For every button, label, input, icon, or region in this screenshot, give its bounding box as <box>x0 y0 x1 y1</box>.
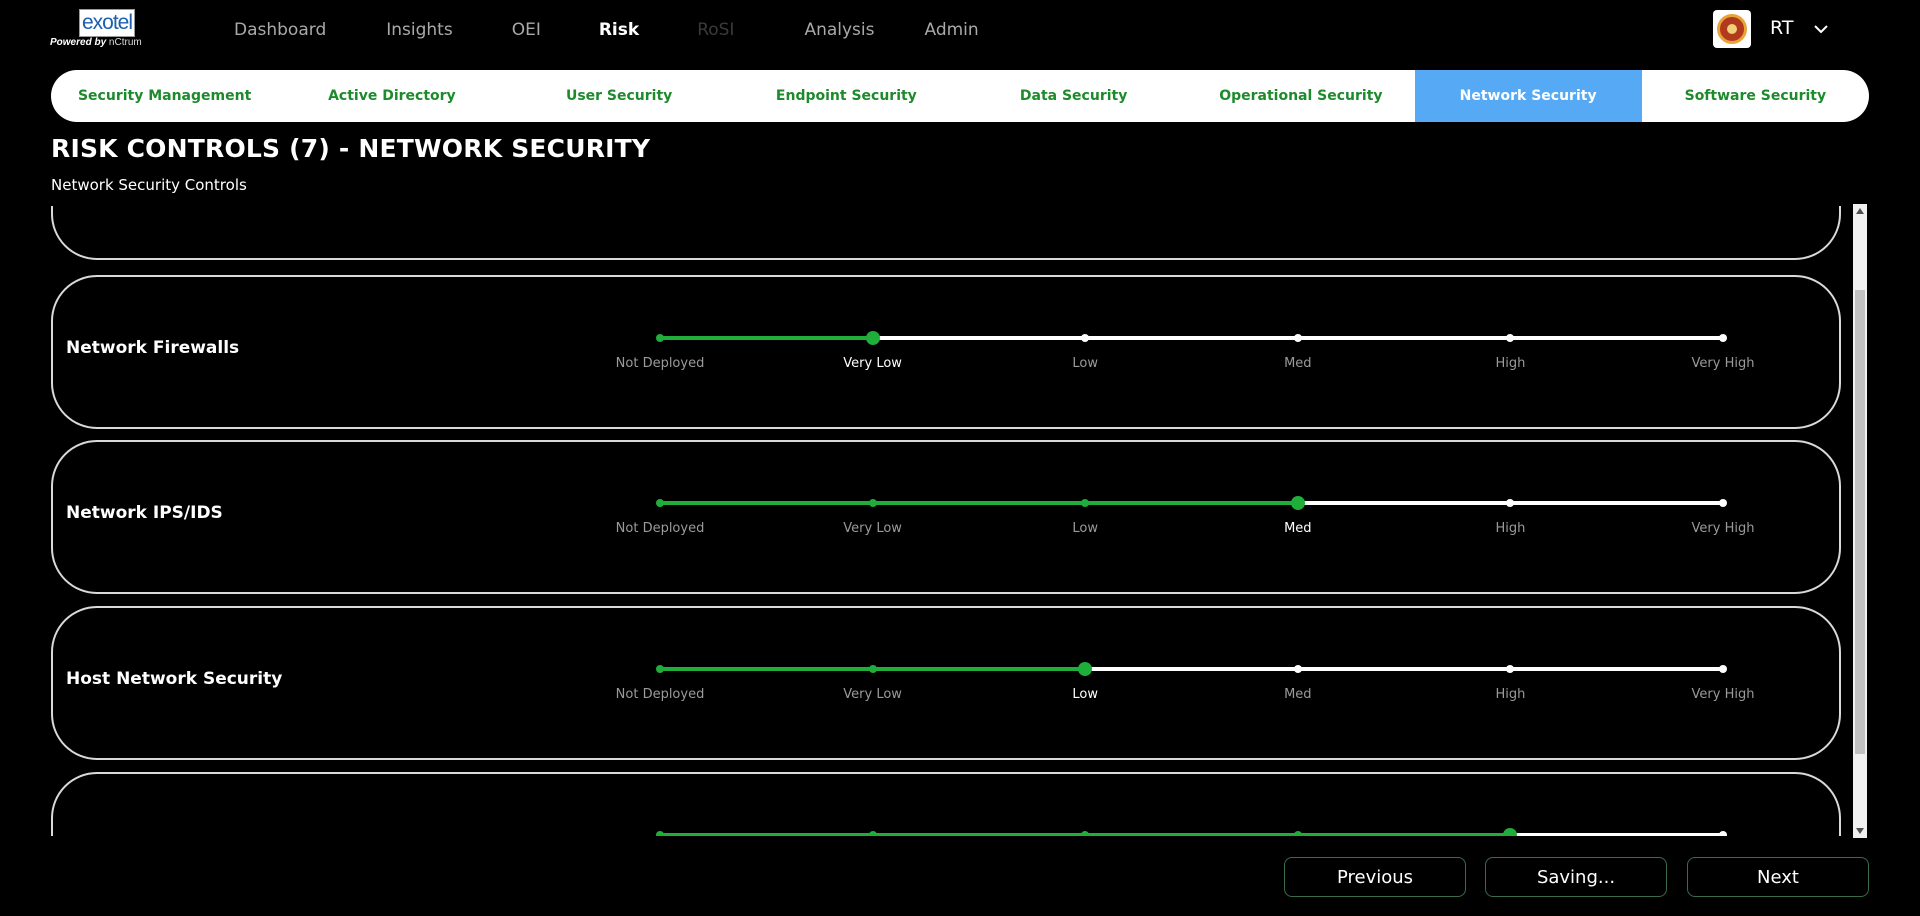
level-label: Very Low <box>843 687 902 702</box>
nav-dashboard[interactable]: Dashboard <box>234 20 326 40</box>
logo-powered-by: Powered by <box>50 37 107 48</box>
slider-stop[interactable] <box>656 831 664 836</box>
controls-list: Network Firewalls Not Deployed Very Low Low… <box>51 206 1846 836</box>
slider-stop[interactable] <box>1719 665 1727 673</box>
tab-software-security[interactable]: Software Security <box>1642 70 1869 122</box>
nav-oei[interactable]: OEI <box>512 20 541 40</box>
top-bar: exotel Powered by nCtrum Dashboard Insig… <box>0 0 1920 60</box>
slider-stop[interactable] <box>656 665 664 673</box>
slider-thumb[interactable] <box>865 331 880 345</box>
tab-data-security[interactable]: Data Security <box>960 70 1187 122</box>
slider-stop[interactable] <box>656 334 664 342</box>
slider-fill <box>660 501 1298 505</box>
level-label: Very Low <box>843 356 902 371</box>
nav-rosi: RoSI <box>697 20 735 40</box>
nav-risk[interactable]: Risk <box>599 20 639 40</box>
next-button[interactable]: Next <box>1687 857 1869 897</box>
level-slider[interactable] <box>656 828 1727 836</box>
slider-stop[interactable] <box>1719 499 1727 507</box>
slider-stop[interactable] <box>1506 499 1515 507</box>
scroll-down-arrow-icon[interactable] <box>1853 824 1867 838</box>
level-label: Very Low <box>843 521 902 536</box>
control-card <box>51 772 1841 836</box>
tab-user-security[interactable]: User Security <box>506 70 733 122</box>
page-subtitle: Network Security Controls <box>51 176 247 194</box>
level-slider[interactable]: Not Deployed Very Low Low Med High Very High <box>616 496 1754 536</box>
slider-stop[interactable] <box>1719 831 1727 836</box>
tab-operational-security[interactable]: Operational Security <box>1187 70 1414 122</box>
slider-thumb[interactable] <box>1503 828 1518 836</box>
level-label: Low <box>1072 521 1098 536</box>
level-label: High <box>1495 356 1526 371</box>
slider-thumb[interactable] <box>1078 662 1093 676</box>
nav-admin[interactable]: Admin <box>925 20 979 40</box>
level-label: Med <box>1284 687 1312 702</box>
logo-brand: nCtrum <box>108 37 142 48</box>
control-name: Network Firewalls <box>66 338 240 358</box>
scroll-up-arrow-icon[interactable] <box>1853 204 1867 218</box>
level-label: High <box>1495 687 1526 702</box>
chevron-down-icon[interactable] <box>1812 20 1830 38</box>
level-label: Not Deployed <box>615 687 705 702</box>
exotel-logo[interactable]: exotel Powered by nCtrum <box>50 9 162 49</box>
slider-stop[interactable] <box>1081 499 1090 507</box>
slider-stop[interactable] <box>1293 334 1302 342</box>
nav-analysis[interactable]: Analysis <box>804 20 874 40</box>
level-slider[interactable]: Not Deployed Very Low Low Med High Very High <box>616 331 1754 371</box>
slider-stop[interactable] <box>1506 334 1515 342</box>
main-nav: Dashboard Insights OEI Risk RoSI Analysi… <box>234 0 979 60</box>
level-label: Not Deployed <box>615 521 705 536</box>
previous-button[interactable]: Previous <box>1284 857 1466 897</box>
nav-insights[interactable]: Insights <box>386 20 452 40</box>
logo-tagline: Powered by nCtrum <box>50 37 162 48</box>
level-slider[interactable]: Not Deployed Very Low Low Med High Very High <box>616 662 1754 702</box>
control-name: Host Network Security <box>66 669 283 689</box>
company-seal-icon <box>1717 14 1747 44</box>
slider-stop[interactable] <box>1293 831 1302 836</box>
level-label: Med <box>1284 521 1312 536</box>
level-label: Not Deployed <box>615 356 705 371</box>
scroll-thumb[interactable] <box>1855 290 1865 754</box>
slider-stop[interactable] <box>868 831 877 836</box>
control-card <box>51 206 1841 260</box>
slider-stop[interactable] <box>1506 665 1515 673</box>
slider-stop[interactable] <box>868 665 877 673</box>
company-avatar[interactable] <box>1713 10 1751 48</box>
list-scrollbar[interactable] <box>1853 204 1867 838</box>
slider-stop[interactable] <box>1081 831 1090 836</box>
tab-network-security[interactable]: Network Security <box>1414 70 1642 122</box>
level-label: Very High <box>1691 687 1755 702</box>
slider-stop[interactable] <box>1293 665 1302 673</box>
logo-wordmark: exotel <box>79 9 135 37</box>
level-label: Low <box>1072 356 1098 371</box>
level-label: Very High <box>1691 521 1755 536</box>
slider-stop[interactable] <box>868 499 877 507</box>
control-name: Network IPS/IDS <box>66 503 223 523</box>
control-card: Network IPS/IDS Not Deployed Very Low Low Me… <box>51 440 1841 594</box>
control-card: Network Firewalls Not Deployed Very Low Low… <box>51 275 1841 429</box>
slider-fill <box>660 336 873 340</box>
page-title: RISK CONTROLS (7) - NETWORK SECURITY <box>51 134 651 163</box>
level-label: Low <box>1072 687 1098 702</box>
slider-thumb[interactable] <box>1290 496 1305 510</box>
save-button[interactable]: Saving... <box>1485 857 1667 897</box>
level-label: Very High <box>1691 356 1755 371</box>
tab-endpoint-security[interactable]: Endpoint Security <box>733 70 960 122</box>
user-initials[interactable]: RT <box>1770 17 1793 39</box>
tab-active-directory[interactable]: Active Directory <box>278 70 505 122</box>
tab-security-management[interactable]: Security Management <box>51 70 278 122</box>
slider-stop[interactable] <box>656 499 664 507</box>
slider-stop[interactable] <box>1719 334 1727 342</box>
level-label: Med <box>1284 356 1312 371</box>
slider-stop[interactable] <box>1081 334 1090 342</box>
control-card: Host Network Security Not Deployed Very Lo… <box>51 606 1841 760</box>
level-label: High <box>1495 521 1526 536</box>
category-tabs: Security Management Active Directory Use… <box>51 70 1869 122</box>
